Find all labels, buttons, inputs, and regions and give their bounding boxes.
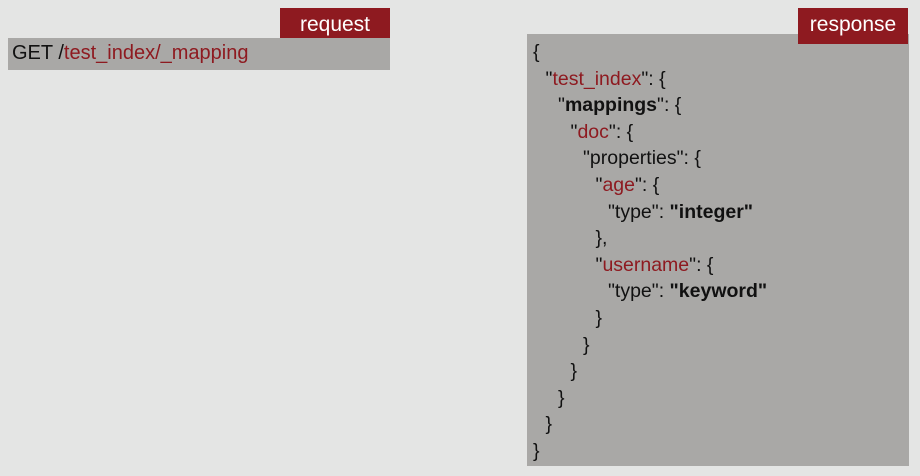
- response-token: age: [602, 173, 635, 196]
- http-method: GET: [12, 42, 53, 64]
- response-body: {"test_index": {"mappings": {"doc": {"pr…: [527, 34, 909, 466]
- response-line: "username": {: [527, 252, 909, 279]
- response-token: "integer": [669, 200, 754, 223]
- request-path: test_index/_mapping: [63, 42, 249, 64]
- response-line: "properties": {: [527, 145, 909, 172]
- response-token: {: [533, 41, 540, 63]
- response-token: "properties": {: [583, 147, 701, 170]
- response-line: },: [527, 225, 909, 252]
- response-line: }: [527, 358, 909, 385]
- response-token: }: [595, 306, 603, 329]
- response-line: }: [527, 385, 909, 412]
- response-token: "type":: [608, 200, 670, 223]
- response-token: test_index: [552, 67, 642, 90]
- response-line: }: [527, 411, 909, 438]
- response-line: "mappings": {: [527, 92, 909, 119]
- response-token: "keyword": [669, 280, 768, 303]
- response-line: "age": {: [527, 172, 909, 199]
- request-line: GET /test_index/_mapping: [8, 38, 390, 70]
- response-token: doc: [577, 120, 609, 143]
- response-token: }: [570, 360, 578, 383]
- response-token: }: [533, 439, 540, 462]
- response-line: "type": "keyword": [527, 278, 909, 305]
- response-token: ": {: [634, 173, 660, 196]
- response-line: "doc": {: [527, 119, 909, 146]
- response-line: }: [527, 332, 909, 359]
- response-token: ": {: [657, 94, 682, 117]
- response-token: ": [558, 94, 565, 117]
- response-token: "type":: [608, 280, 670, 303]
- response-token: ": {: [689, 253, 714, 276]
- response-label: response: [798, 8, 908, 44]
- response-line: }: [527, 305, 909, 332]
- response-token: }: [545, 413, 553, 436]
- response-line: "type": "integer": [527, 199, 909, 226]
- response-token: },: [595, 227, 608, 250]
- response-token: ": {: [608, 120, 634, 143]
- response-line: }: [527, 438, 909, 465]
- response-token: }: [583, 333, 590, 356]
- response-token: username: [602, 253, 690, 276]
- response-line: "test_index": {: [527, 66, 909, 93]
- response-token: ": {: [641, 67, 666, 90]
- response-token: }: [558, 386, 565, 409]
- response-token: mappings: [564, 94, 658, 117]
